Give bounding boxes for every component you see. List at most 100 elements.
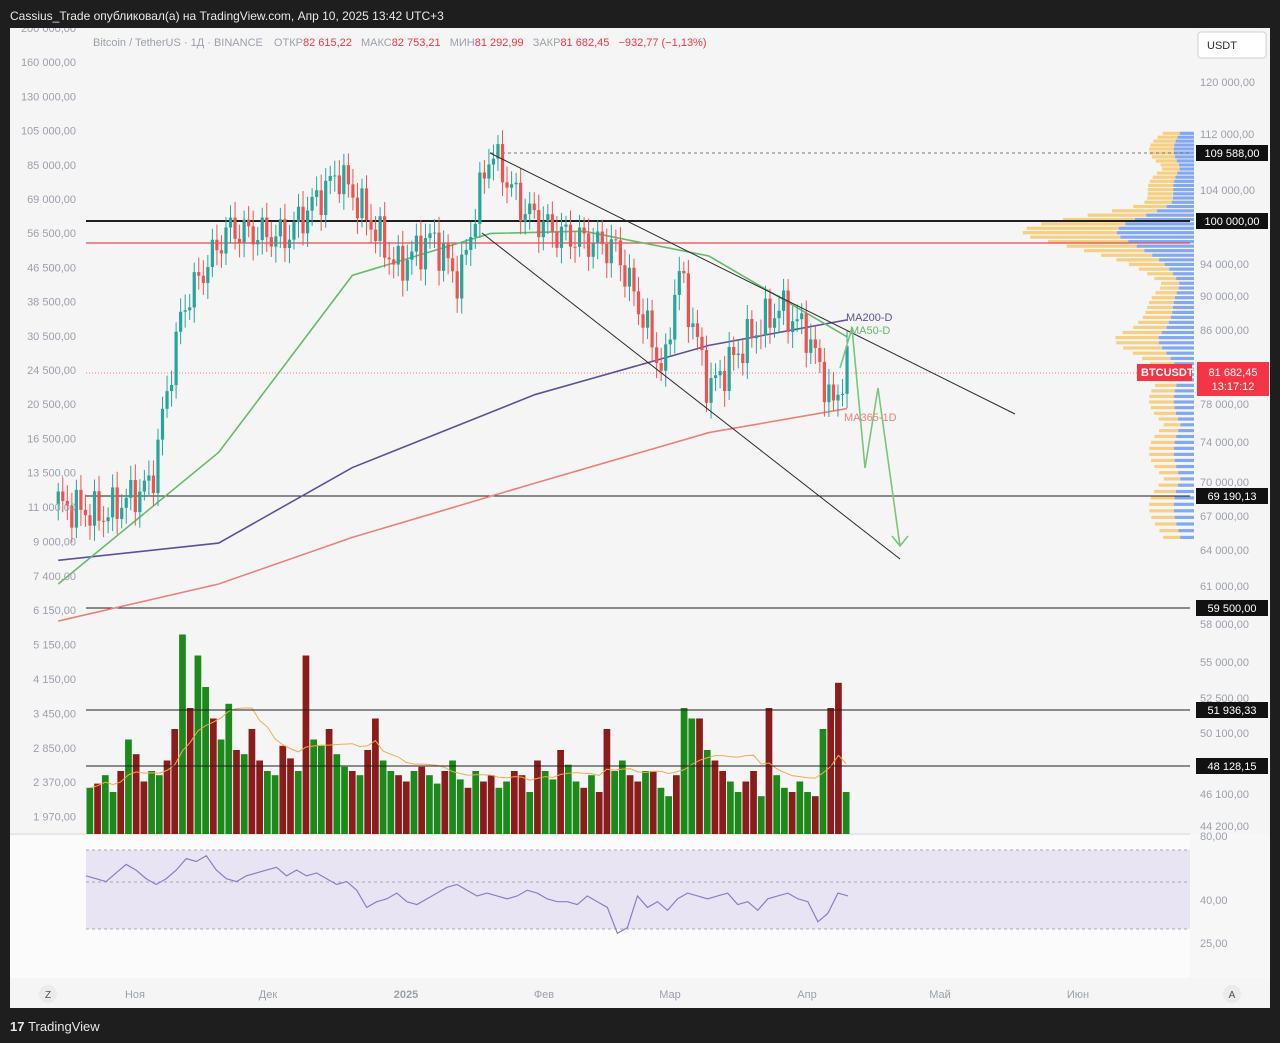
volume-bar bbox=[541, 771, 549, 834]
volume-profile-bar-sell bbox=[1172, 305, 1194, 310]
high-label: МАКС bbox=[361, 37, 392, 49]
rsi-axis-tick: 40,00 bbox=[1200, 895, 1228, 907]
level-tag-label: 109 588,00 bbox=[1204, 148, 1259, 160]
volume-bar bbox=[271, 775, 279, 834]
low-value: 81 292,99 bbox=[475, 37, 524, 49]
volume-bar bbox=[649, 771, 657, 834]
volume-profile-bar-sell bbox=[1171, 200, 1194, 204]
candle-body bbox=[460, 254, 464, 299]
ma365-label: MA365-1D bbox=[844, 412, 897, 424]
candle-body bbox=[160, 408, 165, 440]
volume-profile-bar-buy bbox=[1147, 192, 1174, 196]
high-value: 82 753,21 bbox=[392, 37, 441, 49]
volume-bar bbox=[518, 775, 526, 834]
candle-body bbox=[768, 298, 772, 328]
volume-bar bbox=[788, 792, 796, 834]
volume-bar bbox=[302, 655, 310, 834]
candle-body bbox=[219, 250, 224, 254]
volume-profile-bar-sell bbox=[1174, 151, 1194, 155]
candle-body bbox=[664, 344, 668, 371]
volume-bar bbox=[225, 703, 233, 834]
volume-bar bbox=[410, 771, 418, 834]
left-axis-tick: 2 850,00 bbox=[33, 743, 76, 755]
candle-body bbox=[741, 353, 745, 364]
volume-profile-bar-sell bbox=[1172, 272, 1194, 276]
volume-profile-bar-sell bbox=[1174, 458, 1194, 463]
candle-body bbox=[378, 216, 382, 241]
volume-bar bbox=[580, 787, 588, 834]
volume-profile-bar-sell bbox=[1175, 155, 1194, 159]
right-axis-tick: 90 000,00 bbox=[1200, 291, 1249, 303]
auto-zoom-button[interactable]: Z bbox=[39, 985, 57, 1003]
open-value: 82 615,22 bbox=[303, 37, 352, 49]
volume-bar bbox=[248, 729, 256, 834]
tradingview-brand[interactable]: 17 TradingView bbox=[10, 1019, 100, 1034]
publish-header: Cassius_Trade опубликовал(а) на TradingV… bbox=[0, 0, 1280, 28]
chart-canvas[interactable]: 200 000,00 160 000,00 130 000,00 105 000,00… bbox=[10, 28, 1270, 1008]
candle-body bbox=[328, 176, 332, 181]
volume-bar bbox=[665, 796, 673, 834]
volume-profile-bar-sell bbox=[1174, 515, 1194, 519]
volume-profile-bar-sell bbox=[1178, 483, 1194, 487]
volume-bar bbox=[564, 764, 572, 834]
volume-bar bbox=[781, 787, 788, 834]
candle-body bbox=[419, 235, 423, 270]
volume-bar bbox=[456, 779, 464, 834]
candle-body bbox=[532, 203, 536, 211]
candle-body bbox=[509, 184, 514, 188]
chart-frame[interactable]: 200 000,00 160 000,00 130 000,00 105 000,00… bbox=[10, 28, 1270, 1008]
candle-body bbox=[61, 491, 65, 501]
volume-profile-bar-buy bbox=[1153, 139, 1176, 143]
volume-bar bbox=[379, 760, 387, 834]
volume-profile-bar-sell bbox=[1174, 143, 1194, 147]
volume-profile-bar-sell bbox=[1178, 471, 1194, 475]
volume-bar bbox=[94, 783, 101, 834]
candle-body bbox=[732, 347, 736, 356]
volume-profile-bar-buy bbox=[1151, 155, 1176, 159]
candle-body bbox=[514, 182, 518, 185]
volume-profile-bar-sell bbox=[1173, 188, 1194, 192]
volume-bar bbox=[287, 758, 294, 834]
candle-body bbox=[242, 219, 246, 243]
time-axis-tick: Мар bbox=[659, 989, 681, 1001]
volume-profile-bar-buy bbox=[1152, 175, 1176, 179]
currency-button[interactable]: USDT bbox=[1197, 31, 1267, 59]
volume-profile-bar-sell bbox=[1179, 281, 1194, 285]
volume-profile-bar-buy bbox=[1151, 515, 1175, 519]
volume-bar bbox=[742, 781, 750, 834]
volume-profile-bar-sell bbox=[1170, 356, 1194, 361]
change-value: −932,77 (−1,13%) bbox=[618, 37, 706, 49]
volume-profile-bar-buy bbox=[1133, 325, 1167, 330]
volume-profile-bar-buy bbox=[1154, 464, 1177, 469]
candle-body bbox=[745, 319, 749, 364]
candle-body bbox=[197, 272, 201, 276]
candle-body bbox=[296, 206, 301, 222]
auto-scale-button[interactable]: A bbox=[1223, 985, 1241, 1003]
volume-profile-bar-buy bbox=[1150, 406, 1175, 410]
candle-body bbox=[315, 190, 319, 197]
rsi-band bbox=[86, 850, 1190, 929]
volume-profile-bar-buy bbox=[1154, 434, 1177, 439]
volume-bar bbox=[618, 760, 626, 834]
candle-body bbox=[691, 323, 695, 328]
candle-body bbox=[120, 507, 124, 519]
volume-profile-bar-buy bbox=[1157, 171, 1178, 175]
candle-body bbox=[822, 361, 826, 403]
volume-bar bbox=[117, 771, 125, 834]
volume-profile-bar-buy bbox=[1122, 330, 1162, 335]
candle-body bbox=[491, 158, 496, 165]
candle-body bbox=[387, 257, 391, 260]
candle-body bbox=[392, 259, 396, 265]
volume-profile-bar-buy bbox=[1149, 452, 1174, 456]
volume-bar bbox=[626, 775, 634, 834]
candle-body bbox=[682, 271, 686, 274]
volume-bar bbox=[657, 787, 665, 834]
volume-bar bbox=[179, 634, 186, 834]
candle-body bbox=[500, 144, 505, 183]
ma200-label: MA200-D bbox=[846, 312, 893, 324]
volume-profile-bar-sell bbox=[1178, 286, 1194, 290]
candle-body bbox=[632, 267, 636, 292]
left-axis-tick: 2 370,00 bbox=[33, 777, 76, 789]
volume-profile-bar-buy bbox=[1111, 209, 1158, 213]
candle-body bbox=[618, 240, 622, 266]
